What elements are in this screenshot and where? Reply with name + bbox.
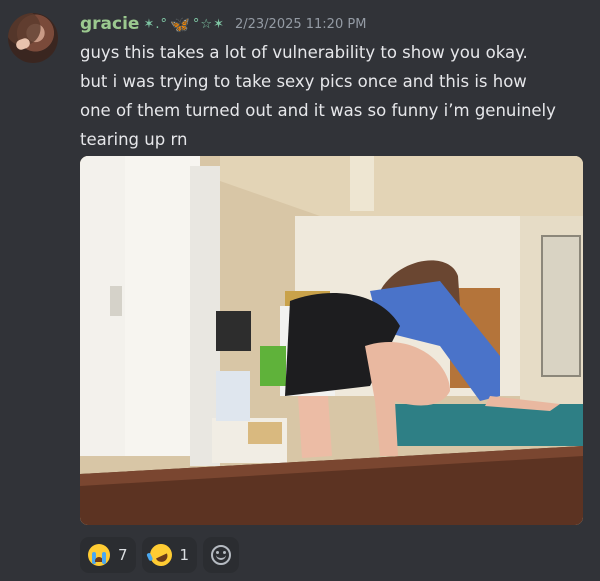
username-decoration: ✶.° 🦋 °☆✶: [143, 15, 225, 34]
message-header: gracie ✶.° 🦋 °☆✶ 2/23/2025 11:20 PM: [80, 12, 366, 36]
reaction-count: 7: [118, 546, 128, 564]
door-hinge: [110, 286, 122, 316]
message-text: guys this takes a lot of vulnerability t…: [80, 38, 585, 154]
text-line: tearing up rn: [80, 130, 188, 149]
wall-board: [541, 235, 581, 377]
drawer: [248, 422, 282, 444]
timestamp: 2/23/2025 11:20 PM: [234, 16, 367, 32]
decor-left: ✶.°: [143, 16, 168, 32]
avatar-hair: [8, 13, 58, 63]
reaction-rofl[interactable]: 1: [141, 537, 198, 573]
ceiling-light: [350, 156, 374, 211]
photo: [80, 156, 583, 525]
reaction-crying[interactable]: 7: [80, 537, 136, 573]
add-reaction-icon: [211, 545, 232, 565]
reactions-bar: 7 1: [80, 537, 240, 573]
text-line: one of them turned out and it was so fun…: [80, 101, 556, 120]
leg-standing: [298, 396, 332, 458]
door-panel: [125, 156, 200, 456]
username[interactable]: gracie: [80, 14, 139, 34]
text-line: guys this takes a lot of vulnerability t…: [80, 43, 528, 62]
decor-right: °☆✶: [192, 16, 225, 32]
bottles: [216, 371, 250, 421]
shoes: [216, 311, 251, 351]
chat-message: gracie ✶.° 🦋 °☆✶ 2/23/2025 11:20 PM guys…: [0, 0, 600, 581]
add-reaction-button[interactable]: [203, 537, 240, 573]
green-jar: [260, 346, 286, 386]
reaction-count: 1: [179, 546, 190, 564]
loudly-crying-face-icon: [88, 544, 110, 566]
rolling-on-floor-laughing-icon: [145, 540, 176, 570]
text-line: but i was trying to take sexy pics once …: [80, 72, 527, 91]
image-attachment[interactable]: [80, 156, 583, 525]
avatar[interactable]: [8, 13, 58, 63]
butterfly-icon: 🦋: [170, 14, 191, 34]
bench: [380, 404, 583, 446]
